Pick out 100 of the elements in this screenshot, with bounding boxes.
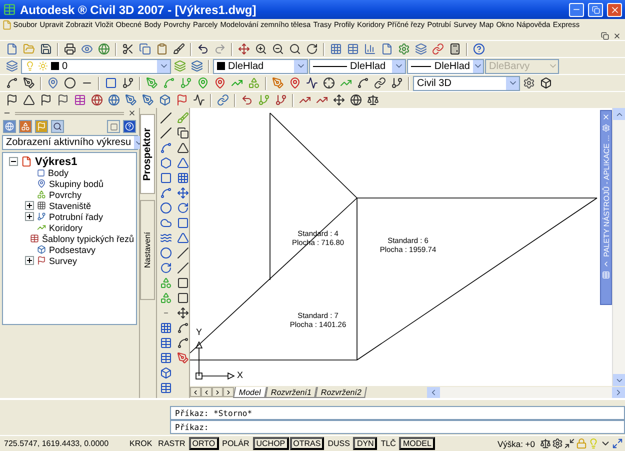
layout-tab[interactable]: Rozvržení2 xyxy=(315,386,368,398)
square-icon[interactable] xyxy=(175,290,191,305)
collapse-icon[interactable] xyxy=(9,157,18,166)
scale-icon[interactable] xyxy=(540,438,551,449)
line-icon[interactable] xyxy=(158,110,174,125)
help-icon[interactable] xyxy=(471,42,487,56)
spline-icon[interactable] xyxy=(4,76,20,90)
pen-icon[interactable] xyxy=(123,92,139,108)
move-icon[interactable] xyxy=(175,185,191,200)
spline-icon[interactable] xyxy=(158,185,174,200)
scale-icon[interactable] xyxy=(365,92,381,108)
restore-icon[interactable] xyxy=(601,32,609,40)
settings-icon[interactable] xyxy=(552,438,563,449)
side-tab[interactable]: Nastavení xyxy=(140,200,155,300)
printer-icon[interactable] xyxy=(62,42,78,56)
layout-tab[interactable]: Model xyxy=(233,386,267,398)
tree-item[interactable]: Podsestavy xyxy=(49,244,96,254)
scroll-right-icon[interactable] xyxy=(612,386,625,398)
tree-item[interactable]: Staveniště xyxy=(49,200,92,210)
branch-icon[interactable] xyxy=(120,76,136,90)
layers-icon[interactable] xyxy=(413,42,429,56)
box-icon[interactable] xyxy=(538,76,554,90)
minimize-icon[interactable] xyxy=(564,438,575,449)
rotate-icon[interactable] xyxy=(304,42,320,56)
tree-item[interactable]: Povrchy xyxy=(49,190,82,200)
status-toggle[interactable]: MODEL xyxy=(399,437,435,450)
move-icon[interactable] xyxy=(236,42,252,56)
grid-icon[interactable] xyxy=(158,320,174,335)
grid-icon[interactable] xyxy=(175,170,191,185)
vertical-scrollbar[interactable] xyxy=(612,108,625,386)
close-button[interactable] xyxy=(607,2,622,16)
circle-icon[interactable] xyxy=(158,245,174,260)
status-toggle[interactable]: UCHOP xyxy=(252,437,289,450)
link-icon[interactable] xyxy=(215,92,231,108)
line-icon[interactable] xyxy=(158,125,174,140)
expand-icon[interactable] xyxy=(25,212,34,221)
square-icon[interactable] xyxy=(103,76,119,90)
save-icon[interactable] xyxy=(38,42,54,56)
restore-button[interactable] xyxy=(588,2,603,16)
copy-icon[interactable] xyxy=(175,125,191,140)
table-icon[interactable] xyxy=(158,380,174,395)
side-tab[interactable]: Prospektor xyxy=(140,114,155,194)
spline-icon[interactable] xyxy=(175,335,191,350)
settings-icon[interactable] xyxy=(521,76,537,90)
color-dropdown[interactable]: DleHlad xyxy=(213,58,308,74)
hexagon-icon[interactable] xyxy=(158,155,174,170)
zoom-out-icon[interactable] xyxy=(270,42,286,56)
box-icon[interactable] xyxy=(158,365,174,380)
scroll-down-icon[interactable] xyxy=(613,374,625,386)
globe-icon[interactable] xyxy=(89,92,105,108)
horizontal-scrollbar[interactable] xyxy=(426,386,625,398)
search-icon[interactable] xyxy=(287,42,303,56)
globe-icon[interactable] xyxy=(106,92,122,108)
help-icon[interactable] xyxy=(123,120,136,133)
circle-icon[interactable] xyxy=(158,200,174,215)
activity-icon[interactable] xyxy=(191,92,207,108)
square-icon[interactable] xyxy=(175,215,191,230)
tree-item[interactable]: Skupiny bodů xyxy=(49,178,104,188)
close-icon[interactable] xyxy=(613,32,621,40)
tree-item[interactable]: Potrubní řady xyxy=(49,212,104,222)
tree-item[interactable]: Survey xyxy=(49,256,78,266)
line-icon[interactable] xyxy=(175,245,191,260)
grid-icon[interactable] xyxy=(328,42,344,56)
pen-icon[interactable] xyxy=(175,350,191,365)
tree-item[interactable]: Koridory xyxy=(49,222,83,232)
chevron-left-icon[interactable] xyxy=(602,260,610,268)
activity-icon[interactable] xyxy=(304,76,320,90)
layer-dropdown[interactable]: 0 xyxy=(21,58,171,74)
tab-nav-icon[interactable] xyxy=(201,387,212,397)
crosshair-icon[interactable] xyxy=(321,76,337,90)
spline-icon[interactable] xyxy=(175,320,191,335)
status-toggle[interactable]: ORTO xyxy=(188,437,219,450)
table-icon[interactable] xyxy=(158,335,174,350)
layers-icon[interactable] xyxy=(189,58,205,74)
tree-item[interactable]: Výkres1 xyxy=(35,156,78,168)
table-icon[interactable] xyxy=(345,42,361,56)
tab-nav-icon[interactable] xyxy=(190,387,201,397)
linetype-dropdown[interactable]: DleHlad xyxy=(309,58,406,74)
move-icon[interactable] xyxy=(175,305,191,320)
rotate-icon[interactable] xyxy=(158,260,174,275)
status-toggle[interactable]: DYN xyxy=(353,437,378,450)
link-icon[interactable] xyxy=(372,76,388,90)
square-icon[interactable] xyxy=(175,275,191,290)
tree-item[interactable]: Šablony typických řezů xyxy=(42,234,134,244)
expand-icon[interactable] xyxy=(25,256,34,265)
scroll-up-icon[interactable] xyxy=(613,108,625,120)
search-button[interactable] xyxy=(51,120,64,133)
layout-tab[interactable]: Rozvržení1 xyxy=(264,386,318,398)
chart-icon[interactable] xyxy=(362,42,378,56)
table-icon[interactable] xyxy=(158,350,174,365)
table-icon[interactable] xyxy=(72,92,88,108)
shapes-button[interactable] xyxy=(19,120,32,133)
table-icon[interactable] xyxy=(602,270,610,279)
spline-icon[interactable] xyxy=(355,76,371,90)
scroll-left-icon[interactable] xyxy=(426,386,440,398)
triangle-icon[interactable] xyxy=(21,92,37,108)
brush-icon[interactable] xyxy=(171,42,187,56)
circle-icon[interactable] xyxy=(62,76,78,90)
move-icon[interactable] xyxy=(331,92,347,108)
prospector-view-button[interactable] xyxy=(3,120,16,133)
